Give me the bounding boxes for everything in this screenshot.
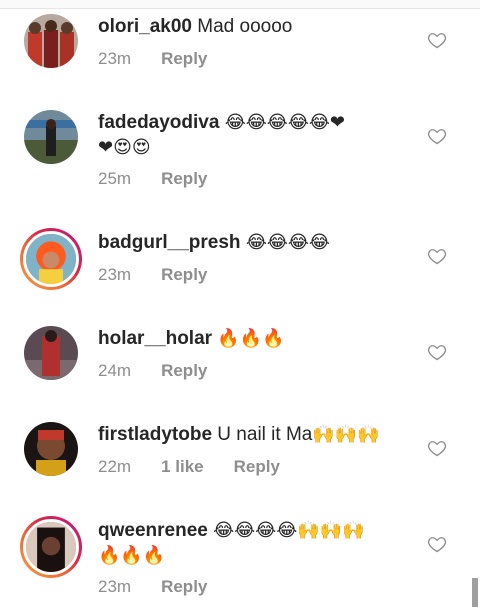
comment-body: Mad ooooo — [192, 16, 293, 37]
avatar-story-ring[interactable] — [20, 228, 82, 290]
heart-outline-icon[interactable] — [427, 126, 447, 146]
comment-meta: 23m Reply — [98, 49, 207, 69]
comment-time: 23m — [98, 49, 132, 68]
comment-text: firstladytobe U nail it Ma🙌🙌🙌 — [98, 422, 408, 447]
comment-emoji: 🔥🔥🔥 — [217, 328, 285, 349]
heart-outline-icon[interactable] — [427, 438, 447, 458]
avatar-story-ring[interactable] — [20, 516, 82, 578]
avatar[interactable] — [24, 422, 78, 476]
comment-username[interactable]: qweenrenee — [98, 520, 208, 541]
avatar — [23, 519, 79, 575]
reply-button[interactable]: Reply — [161, 361, 207, 381]
comment-username[interactable]: badgurl__presh — [98, 232, 241, 253]
reply-button[interactable]: Reply — [161, 169, 207, 189]
comment-meta: 23m Reply — [98, 577, 207, 597]
heart-outline-icon[interactable] — [427, 246, 447, 266]
comment-emoji: 🙌🙌🙌 — [312, 424, 380, 445]
heart-outline-icon[interactable] — [427, 30, 447, 50]
comment-text: holar__holar 🔥🔥🔥 — [98, 326, 408, 351]
comment-username[interactable]: olori_ak00 — [98, 16, 192, 37]
reply-button[interactable]: Reply — [234, 457, 280, 477]
comment-emoji: 😂😂😂😂 — [245, 232, 330, 253]
comment-time: 23m — [98, 265, 132, 284]
comment-text: fadedayodiva 😂😂😂😂😂❤ ❤😍😍 — [98, 110, 408, 160]
avatar[interactable] — [24, 326, 78, 380]
comment-time: 22m — [98, 457, 132, 476]
comment-username[interactable]: firstladytobe — [98, 424, 212, 445]
comment-emoji-line2: 🔥🔥🔥 — [98, 545, 166, 566]
comment-time: 25m — [98, 169, 132, 188]
scrollbar-thumb[interactable] — [472, 578, 478, 607]
top-divider — [0, 0, 480, 9]
comment-emoji: 😂😂😂😂😂❤ — [224, 112, 345, 133]
avatar[interactable] — [24, 14, 78, 68]
reply-button[interactable]: Reply — [161, 265, 207, 285]
comment-meta: 22m 1 like Reply — [98, 457, 280, 477]
comment-username[interactable]: holar__holar — [98, 328, 212, 349]
comment-meta: 24m Reply — [98, 361, 207, 381]
comment-time: 24m — [98, 361, 132, 380]
reply-button[interactable]: Reply — [161, 577, 207, 597]
comment-username[interactable]: fadedayodiva — [98, 112, 219, 133]
comment-text: qweenrenee 😂😂😂😂🙌🙌🙌 🔥🔥🔥 — [98, 518, 408, 568]
comment-time: 23m — [98, 577, 132, 596]
comment-meta: 23m Reply — [98, 265, 207, 285]
comment-body: U nail it Ma — [212, 424, 313, 445]
reply-button[interactable]: Reply — [161, 49, 207, 69]
comment-emoji: 😂😂😂😂🙌🙌🙌 — [213, 520, 365, 541]
avatar — [23, 231, 79, 287]
heart-outline-icon[interactable] — [427, 534, 447, 554]
comment-emoji-line2: ❤😍😍 — [98, 137, 151, 158]
heart-outline-icon[interactable] — [427, 342, 447, 362]
comment-text: olori_ak00 Mad ooooo — [98, 14, 408, 39]
comment-like-count[interactable]: 1 like — [161, 457, 204, 477]
avatar[interactable] — [24, 110, 78, 164]
comment-text: badgurl__presh 😂😂😂😂 — [98, 230, 408, 255]
comment-meta: 25m Reply — [98, 169, 207, 189]
